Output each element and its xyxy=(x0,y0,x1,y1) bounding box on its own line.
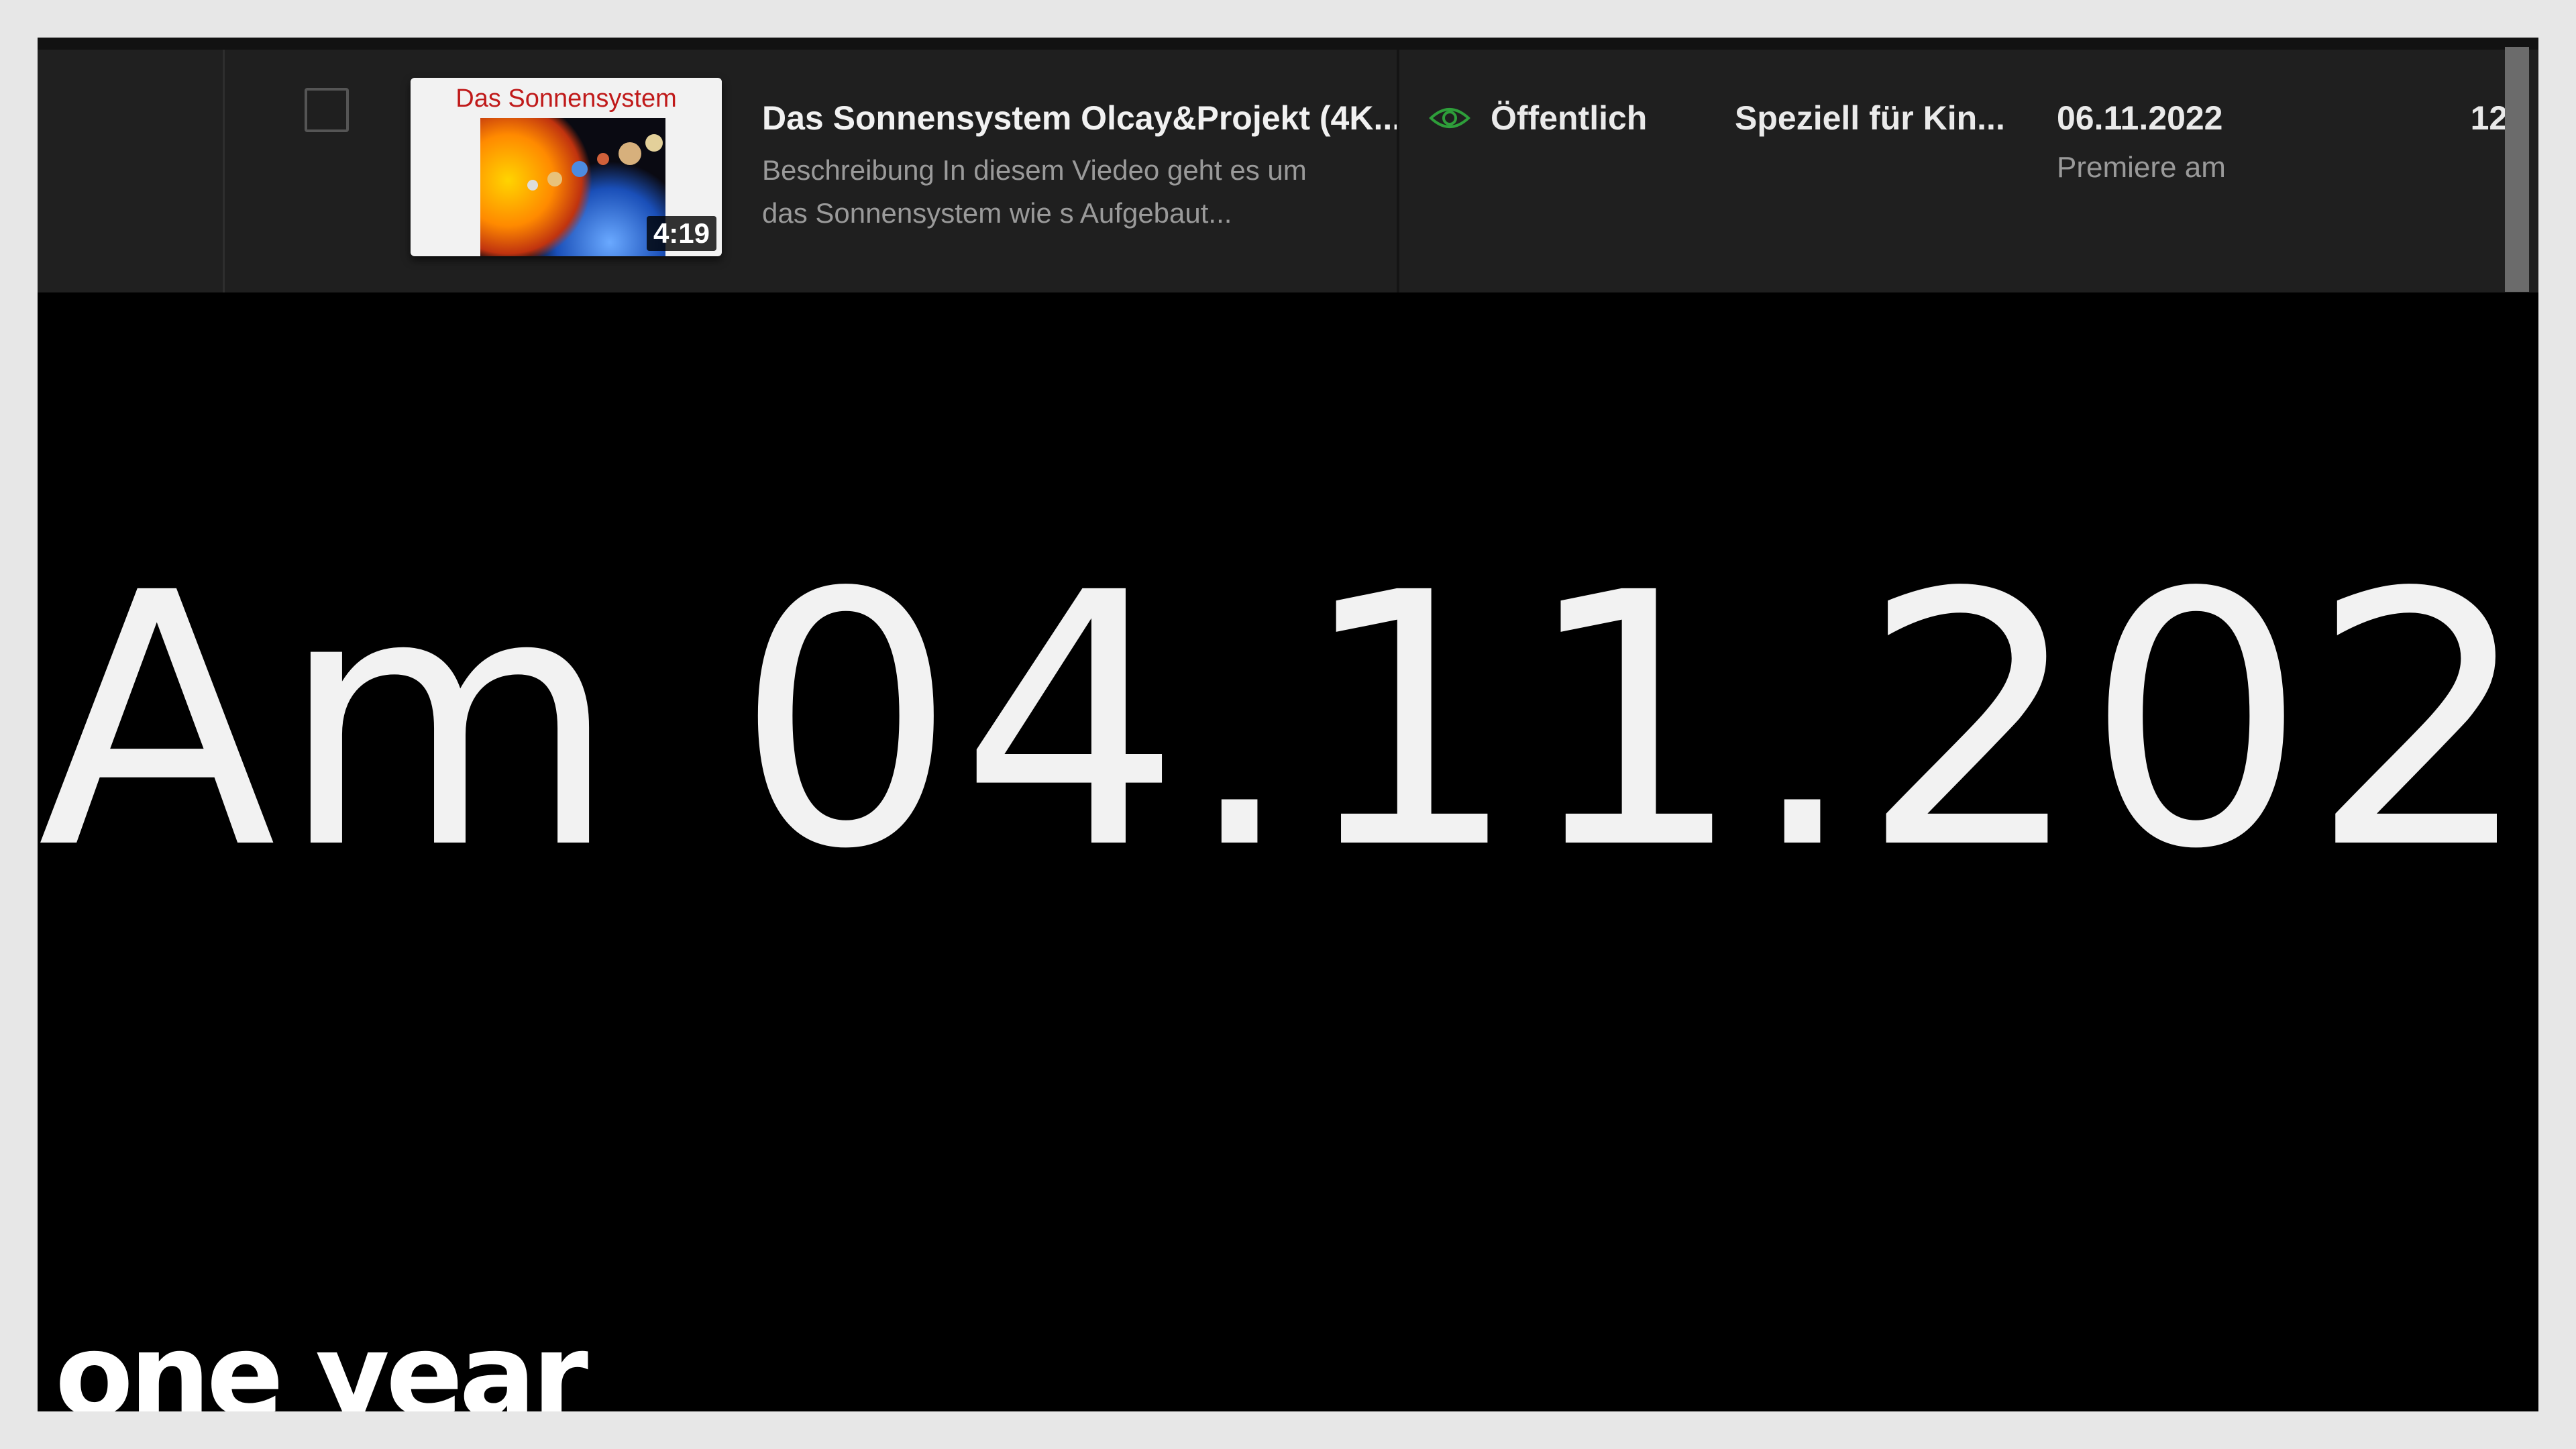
date-note: Premiere am xyxy=(2057,151,2226,184)
video-row[interactable]: Das Sonnensystem 4:19 Das Sonnensystem O… xyxy=(38,38,2538,292)
row-divider xyxy=(38,38,2538,50)
column-divider xyxy=(1397,50,1399,292)
restriction-cell[interactable]: Speziell für Kin... xyxy=(1735,98,2005,138)
thumbnail-title: Das Sonnensystem xyxy=(455,85,677,113)
video-description: Beschreibung In diesem Viedeo geht es um… xyxy=(762,154,1307,229)
solar-system-image xyxy=(480,118,665,256)
video-frame: Das Sonnensystem 4:19 Das Sonnensystem O… xyxy=(38,38,2538,1411)
scrollbar[interactable] xyxy=(2505,47,2529,292)
date-value: 06.11.2022 xyxy=(2057,99,2223,137)
row-select-checkbox[interactable] xyxy=(305,88,349,132)
left-pane xyxy=(38,50,225,292)
video-title[interactable]: Das Sonnensystem Olcay&Projekt (4K... xyxy=(762,98,1401,138)
caption-text: one year xyxy=(52,1309,591,1411)
visibility-label: Öffentlich xyxy=(1491,99,1648,137)
date-cell: 06.11.2022 Premiere am xyxy=(2057,98,2226,188)
headline-date: Am 04.11.2022 xyxy=(38,519,2538,925)
eye-icon xyxy=(1429,108,1470,128)
duration-badge: 4:19 xyxy=(646,216,716,251)
visibility-cell[interactable]: Öffentlich xyxy=(1429,98,1647,138)
video-thumbnail[interactable]: Das Sonnensystem 4:19 xyxy=(411,78,722,256)
